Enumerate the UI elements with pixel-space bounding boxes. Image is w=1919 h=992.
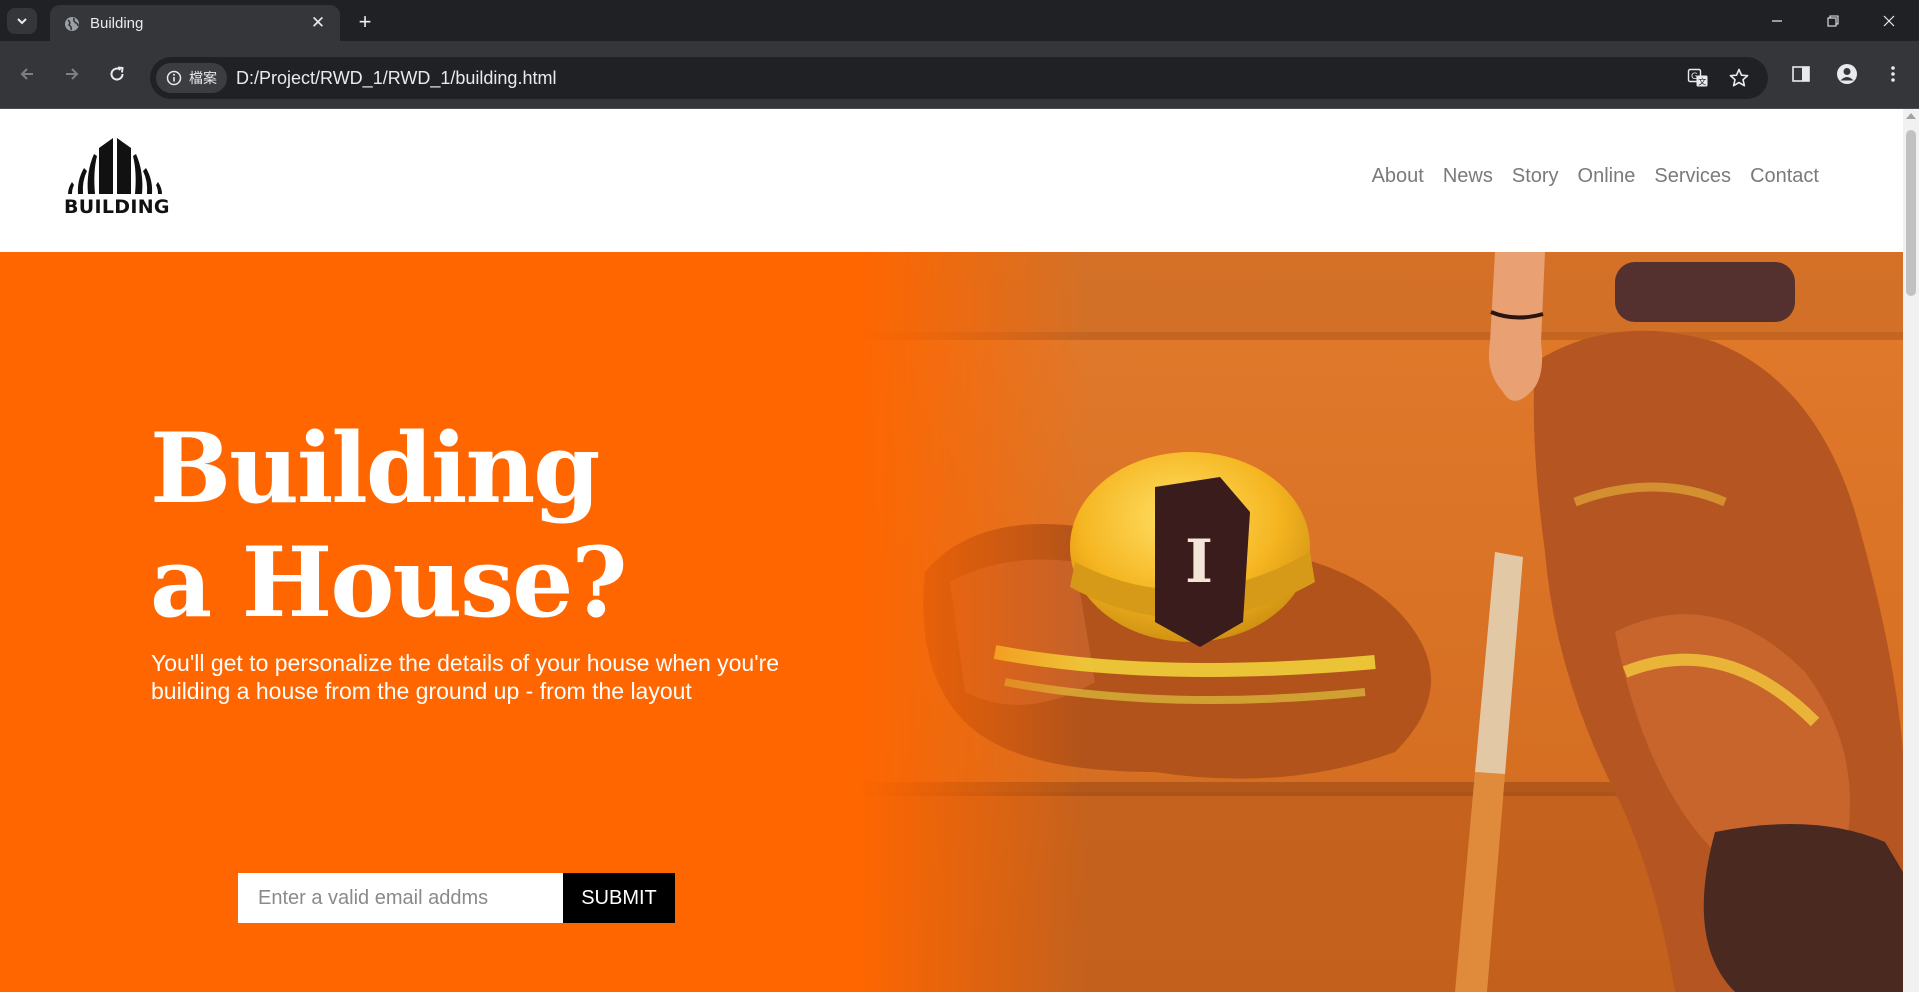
- hero-title-line-1: Building: [150, 412, 600, 525]
- site-logo[interactable]: BUILDING: [64, 136, 170, 218]
- translate-icon: G文: [1687, 68, 1708, 87]
- tab-title: Building: [90, 15, 144, 32]
- more-vertical-icon: [1891, 66, 1895, 82]
- arrow-right-icon: [66, 68, 79, 80]
- browser-tab-bar: Building ✕ +: [0, 0, 1919, 41]
- back-button[interactable]: [11, 58, 43, 90]
- hero-section: I Building a House? You'll get to person…: [0, 252, 1903, 992]
- bookmark-button[interactable]: [1727, 66, 1751, 90]
- side-panel-button[interactable]: [1788, 61, 1814, 87]
- chevron-down-icon: [17, 18, 27, 25]
- forward-button[interactable]: [56, 58, 88, 90]
- page-viewport: BUILDING About News Story Online Service…: [0, 109, 1903, 992]
- minimize-icon: [1772, 19, 1782, 22]
- email-input[interactable]: [238, 873, 563, 923]
- profile-icon: [1837, 64, 1857, 84]
- close-icon: [1883, 15, 1895, 26]
- tab-search-button[interactable]: [7, 8, 37, 34]
- new-tab-button[interactable]: +: [352, 9, 378, 35]
- minimize-button[interactable]: [1749, 0, 1805, 41]
- submit-button[interactable]: SUBMIT: [563, 873, 675, 923]
- logo-text: BUILDING: [64, 196, 170, 218]
- info-icon: [166, 70, 182, 86]
- side-panel-icon: [1792, 66, 1810, 82]
- nav-contact[interactable]: Contact: [1750, 165, 1819, 188]
- restore-icon: [1827, 14, 1839, 27]
- hero-subtitle: You'll get to personalize the details of…: [151, 650, 780, 704]
- nav-news[interactable]: News: [1443, 165, 1493, 188]
- site-chip-label: 檔案: [189, 70, 217, 86]
- translate-button[interactable]: G文: [1686, 66, 1710, 90]
- close-tab-icon[interactable]: ✕: [308, 13, 328, 33]
- hero-firefighter-photo: I: [855, 252, 1903, 992]
- site-header: BUILDING About News Story Online Service…: [0, 109, 1903, 252]
- star-icon: [1729, 68, 1749, 87]
- reload-button[interactable]: [101, 58, 133, 90]
- globe-icon: [65, 17, 79, 31]
- nav-about[interactable]: About: [1372, 165, 1424, 188]
- arrow-left-icon: [20, 68, 33, 80]
- nav-services[interactable]: Services: [1654, 165, 1731, 188]
- nav-online[interactable]: Online: [1578, 165, 1636, 188]
- nav-story[interactable]: Story: [1512, 165, 1559, 188]
- main-nav: About News Story Online Services Contact: [1372, 165, 1819, 188]
- browser-menu-button[interactable]: [1880, 61, 1906, 87]
- address-bar[interactable]: 檔案 D:/Project/RWD_1/RWD_1/building.html …: [150, 57, 1768, 99]
- site-info-chip[interactable]: 檔案: [156, 63, 227, 93]
- building-logo-icon: [68, 138, 162, 194]
- profile-button[interactable]: [1834, 61, 1860, 87]
- url-text[interactable]: D:/Project/RWD_1/RWD_1/building.html: [236, 68, 556, 89]
- scroll-up-arrow-icon[interactable]: [1906, 113, 1916, 119]
- svg-text:文: 文: [1698, 77, 1706, 87]
- hero-title-line-2: a House?: [150, 526, 628, 639]
- browser-tab[interactable]: Building ✕: [50, 5, 340, 41]
- signup-form: SUBMIT: [238, 873, 675, 923]
- close-window-button[interactable]: [1861, 0, 1917, 41]
- reload-icon: [110, 66, 124, 81]
- hero-title: Building a House?: [150, 412, 628, 640]
- restore-button[interactable]: [1805, 0, 1861, 41]
- browser-toolbar: 檔案 D:/Project/RWD_1/RWD_1/building.html …: [0, 41, 1919, 109]
- page-scrollbar[interactable]: [1903, 109, 1919, 992]
- scroll-thumb[interactable]: [1906, 130, 1916, 296]
